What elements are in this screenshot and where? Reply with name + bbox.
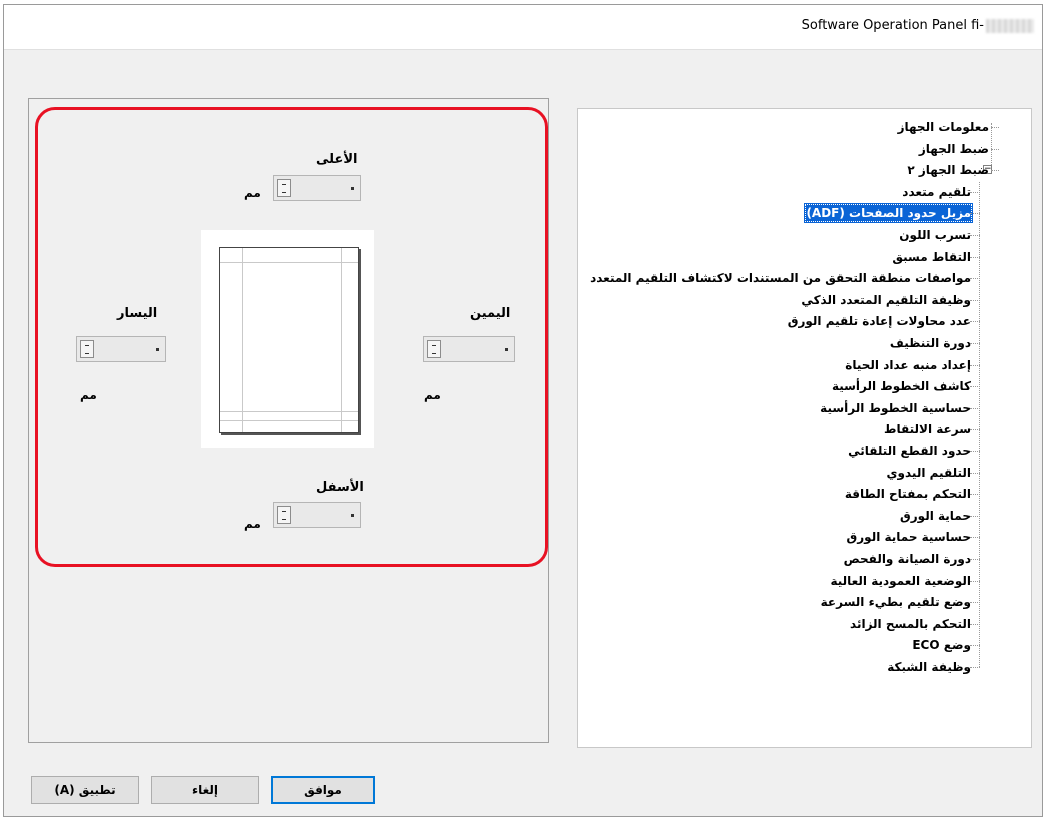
ok-button[interactable]: موافق	[271, 776, 375, 804]
tree-item[interactable]: التحكم بالمسح الزائد	[848, 614, 973, 634]
highlight-frame	[35, 107, 548, 567]
tree-item[interactable]: كاشف الخطوط الرأسية	[830, 376, 973, 396]
tree-item[interactable]: تلقيم متعدد	[900, 182, 973, 202]
tree-item[interactable]: ضبط الجهاز ٢	[905, 160, 991, 180]
tree-item[interactable]: حساسية حماية الورق	[845, 527, 973, 547]
tree-connector	[991, 127, 999, 128]
tree-item[interactable]: دورة الصيانة والفحص	[842, 549, 973, 569]
window-title: Software Operation Panel fi-	[801, 18, 984, 33]
tree-connector	[979, 181, 980, 667]
tree-item[interactable]: التحكم بمفتاح الطاقة	[843, 484, 973, 504]
tree-item[interactable]: ضبط الجهاز	[917, 139, 991, 159]
tree-item[interactable]: وضع تلقيم بطيء السرعة	[819, 592, 973, 612]
tree-item[interactable]: حساسية الخطوط الرأسية	[818, 398, 973, 418]
apply-button[interactable]: تطبيق (A)	[31, 776, 139, 804]
tree-item[interactable]: وضع ECO	[910, 635, 973, 655]
tree-item[interactable]: حماية الورق	[898, 506, 973, 526]
tree-item[interactable]: التلقيم اليدوي	[885, 463, 973, 483]
tree-connector	[991, 170, 999, 172]
tree-item[interactable]: سرعة الالتقاط	[882, 419, 973, 439]
tree-item[interactable]: وظيفة التلقيم المتعدد الذكي	[799, 290, 973, 310]
tree-connector	[991, 148, 999, 150]
tree-item[interactable]: مواصفات منطقة التحقق من المستندات لاكتشا…	[588, 268, 973, 288]
tree-item[interactable]: إعداد منبه عداد الحياة	[843, 355, 973, 375]
tree-connector	[991, 123, 992, 165]
title-bar: Software Operation Panel fi-	[4, 5, 1042, 50]
tree-item[interactable]: وظيفة الشبكة	[885, 657, 973, 677]
cancel-button[interactable]: إلغاء	[151, 776, 259, 804]
tree-item[interactable]: دورة التنظيف	[888, 333, 973, 353]
tree-item[interactable]: الوضعية العمودية العالية	[828, 571, 973, 591]
tree-item[interactable]: عدد محاولات إعادة تلقيم الورق	[786, 311, 973, 331]
tree-item[interactable]: معلومات الجهاز	[896, 117, 991, 137]
tree-item[interactable]: التقاط مسبق	[890, 247, 973, 267]
tree-connector	[970, 667, 980, 668]
tree-item[interactable]: مزيل حدود الصفحات (ADF)	[804, 203, 973, 224]
settings-tree[interactable]: − معلومات الجهاز ضبط الجهاز ضبط الجهاز ٢ تل…	[577, 108, 1032, 748]
tree-item[interactable]: تسرب اللون	[897, 225, 973, 245]
tree-item[interactable]: حدود القطع التلقائي	[846, 441, 973, 461]
redacted-model-name	[986, 19, 1034, 33]
